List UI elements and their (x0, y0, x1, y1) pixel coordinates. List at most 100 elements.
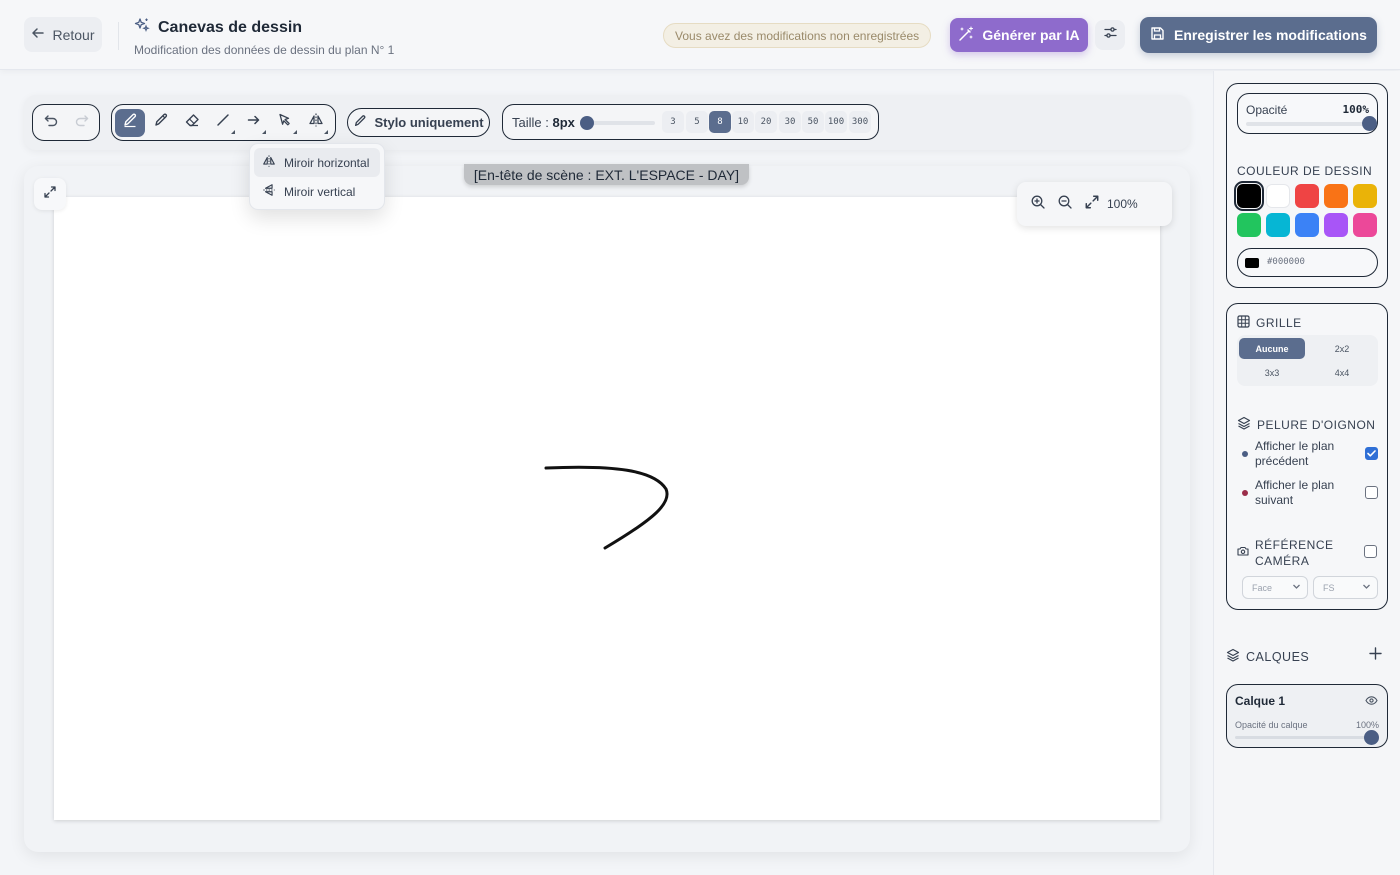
expand-icon (1085, 195, 1099, 208)
onion-prev-row: Afficher le plan précédent (1242, 439, 1378, 471)
color-swatch-orange[interactable] (1324, 184, 1348, 208)
zoom-controls: 100% (1017, 182, 1172, 226)
layer-opacity-slider[interactable] (1235, 730, 1379, 745)
eraser-tool-button[interactable] (177, 109, 207, 137)
size-label: Taille : 8px (512, 115, 575, 130)
onion-prev-checkbox[interactable] (1365, 447, 1378, 460)
opacity-slider[interactable] (1246, 116, 1377, 131)
title-block: Canevas de dessin Modification des donné… (134, 17, 394, 57)
layers-icon (1237, 416, 1251, 433)
back-label: Retour (52, 26, 95, 43)
color-swatch-red[interactable] (1295, 184, 1319, 208)
zoom-in-button[interactable] (1030, 194, 1046, 215)
size-preset-8[interactable]: 8 (709, 111, 731, 133)
pen-only-toggle[interactable]: Stylo uniquement (347, 108, 490, 137)
layer-opacity-thumb[interactable] (1364, 730, 1379, 745)
camera-reference-checkbox[interactable] (1364, 545, 1377, 558)
mirror-tool-button[interactable] (301, 109, 331, 137)
hex-value: #000000 (1267, 257, 1305, 267)
camera-angle-value: Face (1252, 582, 1273, 593)
select-tool-button[interactable] (270, 109, 300, 137)
settings-button[interactable] (1095, 20, 1125, 50)
camera-shot-select[interactable]: FS (1313, 576, 1378, 599)
hex-color-input[interactable]: #000000 (1237, 248, 1378, 277)
add-layer-button[interactable] (1362, 644, 1388, 668)
color-swatch-white[interactable] (1266, 184, 1290, 208)
zoom-in-icon (1031, 195, 1045, 209)
arrow-right-icon (246, 112, 262, 133)
size-preset-10[interactable]: 10 (732, 111, 754, 133)
redo-icon (74, 113, 89, 133)
onion-section-title: PELURE D'OIGNON (1237, 416, 1375, 433)
fullscreen-button[interactable] (34, 178, 66, 210)
layer-opacity-label: Opacité du calque (1235, 720, 1308, 730)
opacity-slider-thumb[interactable] (1362, 116, 1377, 131)
mirror-vertical-option[interactable]: Miroir vertical (254, 177, 380, 206)
redo-button[interactable] (66, 109, 96, 137)
layer-item[interactable]: Calque 1 Opacité du calque 100% (1226, 684, 1388, 748)
line-icon (215, 112, 231, 133)
chevron-down-icon (1362, 582, 1371, 593)
color-swatch-blue[interactable] (1295, 213, 1319, 237)
grid-options: Aucune 2x2 3x3 4x4 (1237, 335, 1378, 386)
history-group (32, 104, 100, 141)
size-preset-50[interactable]: 50 (802, 111, 824, 133)
onion-next-label: Afficher le plan suivant (1255, 478, 1335, 507)
top-header: Retour Canevas de dessin Modification de… (0, 0, 1400, 70)
grid-option-4x4[interactable]: 4x4 (1309, 362, 1375, 383)
floppy-disk-icon (1150, 26, 1165, 44)
color-swatch-green[interactable] (1237, 213, 1261, 237)
size-preset-30[interactable]: 30 (779, 111, 801, 133)
size-preset-300[interactable]: 300 (849, 111, 871, 133)
color-swatch-black[interactable] (1234, 181, 1264, 211)
size-preset-3[interactable]: 3 (662, 111, 684, 133)
grid-option-none[interactable]: Aucune (1239, 338, 1305, 359)
layer-opacity-value: 100% (1355, 720, 1379, 730)
opacity-control: Opacité 100% (1237, 93, 1378, 134)
save-button[interactable]: Enregistrer les modifications (1140, 17, 1377, 53)
chevron-down-icon (1292, 582, 1301, 593)
page-title: Canevas de dessin (158, 18, 303, 36)
onion-next-checkbox[interactable] (1365, 486, 1378, 499)
line-tool-button[interactable] (208, 109, 238, 137)
zoom-out-button[interactable] (1057, 194, 1073, 215)
next-plan-dot (1242, 490, 1248, 496)
back-button[interactable]: Retour (24, 17, 102, 52)
generate-ai-button[interactable]: Générer par IA (950, 18, 1088, 52)
mirror-dropdown: Miroir horizontal Miroir vertical (249, 143, 385, 210)
grid-option-2x2[interactable]: 2x2 (1309, 338, 1375, 359)
submenu-indicator (262, 129, 266, 134)
arrow-tool-button[interactable] (239, 109, 269, 137)
eraser-icon (184, 112, 200, 133)
size-slider[interactable] (580, 116, 655, 130)
unsaved-badge: Vous avez des modifications non enregist… (663, 23, 932, 48)
size-preset-100[interactable]: 100 (825, 111, 847, 133)
camera-icon (1237, 545, 1249, 561)
camera-section-title: RÉFÉRENCE CAMÉRA (1237, 537, 1335, 569)
pencil-tool-button[interactable] (146, 109, 176, 137)
camera-angle-select[interactable]: Face (1242, 576, 1308, 599)
pen-tool-button[interactable] (115, 108, 145, 137)
drawing-canvas[interactable] (54, 197, 1160, 820)
submenu-indicator (231, 129, 235, 134)
undo-button[interactable] (36, 109, 66, 137)
color-swatch-yellow[interactable] (1353, 184, 1377, 208)
undo-icon (44, 113, 59, 133)
eye-icon[interactable] (1365, 694, 1378, 712)
brush-size-group: Taille : 8px 3 5 8 10 20 30 50 100 300 (502, 104, 879, 140)
color-swatch-purple[interactable] (1324, 213, 1348, 237)
size-preset-5[interactable]: 5 (686, 111, 708, 133)
grid-option-3x3[interactable]: 3x3 (1239, 362, 1305, 383)
fit-button[interactable] (1084, 194, 1100, 215)
expand-icon (43, 185, 57, 204)
size-slider-thumb[interactable] (580, 116, 594, 130)
color-swatch-cyan[interactable] (1266, 213, 1290, 237)
size-preset-20[interactable]: 20 (755, 111, 777, 133)
onion-prev-label: Afficher le plan précédent (1255, 439, 1335, 468)
color-swatch-pink[interactable] (1353, 213, 1377, 237)
mirror-horizontal-label: Miroir horizontal (284, 155, 370, 170)
opacity-value: 100% (1342, 103, 1370, 116)
mirror-horizontal-option[interactable]: Miroir horizontal (254, 148, 380, 177)
flip-horizontal-icon (262, 154, 276, 171)
opacity-label: Opacité (1246, 103, 1288, 117)
